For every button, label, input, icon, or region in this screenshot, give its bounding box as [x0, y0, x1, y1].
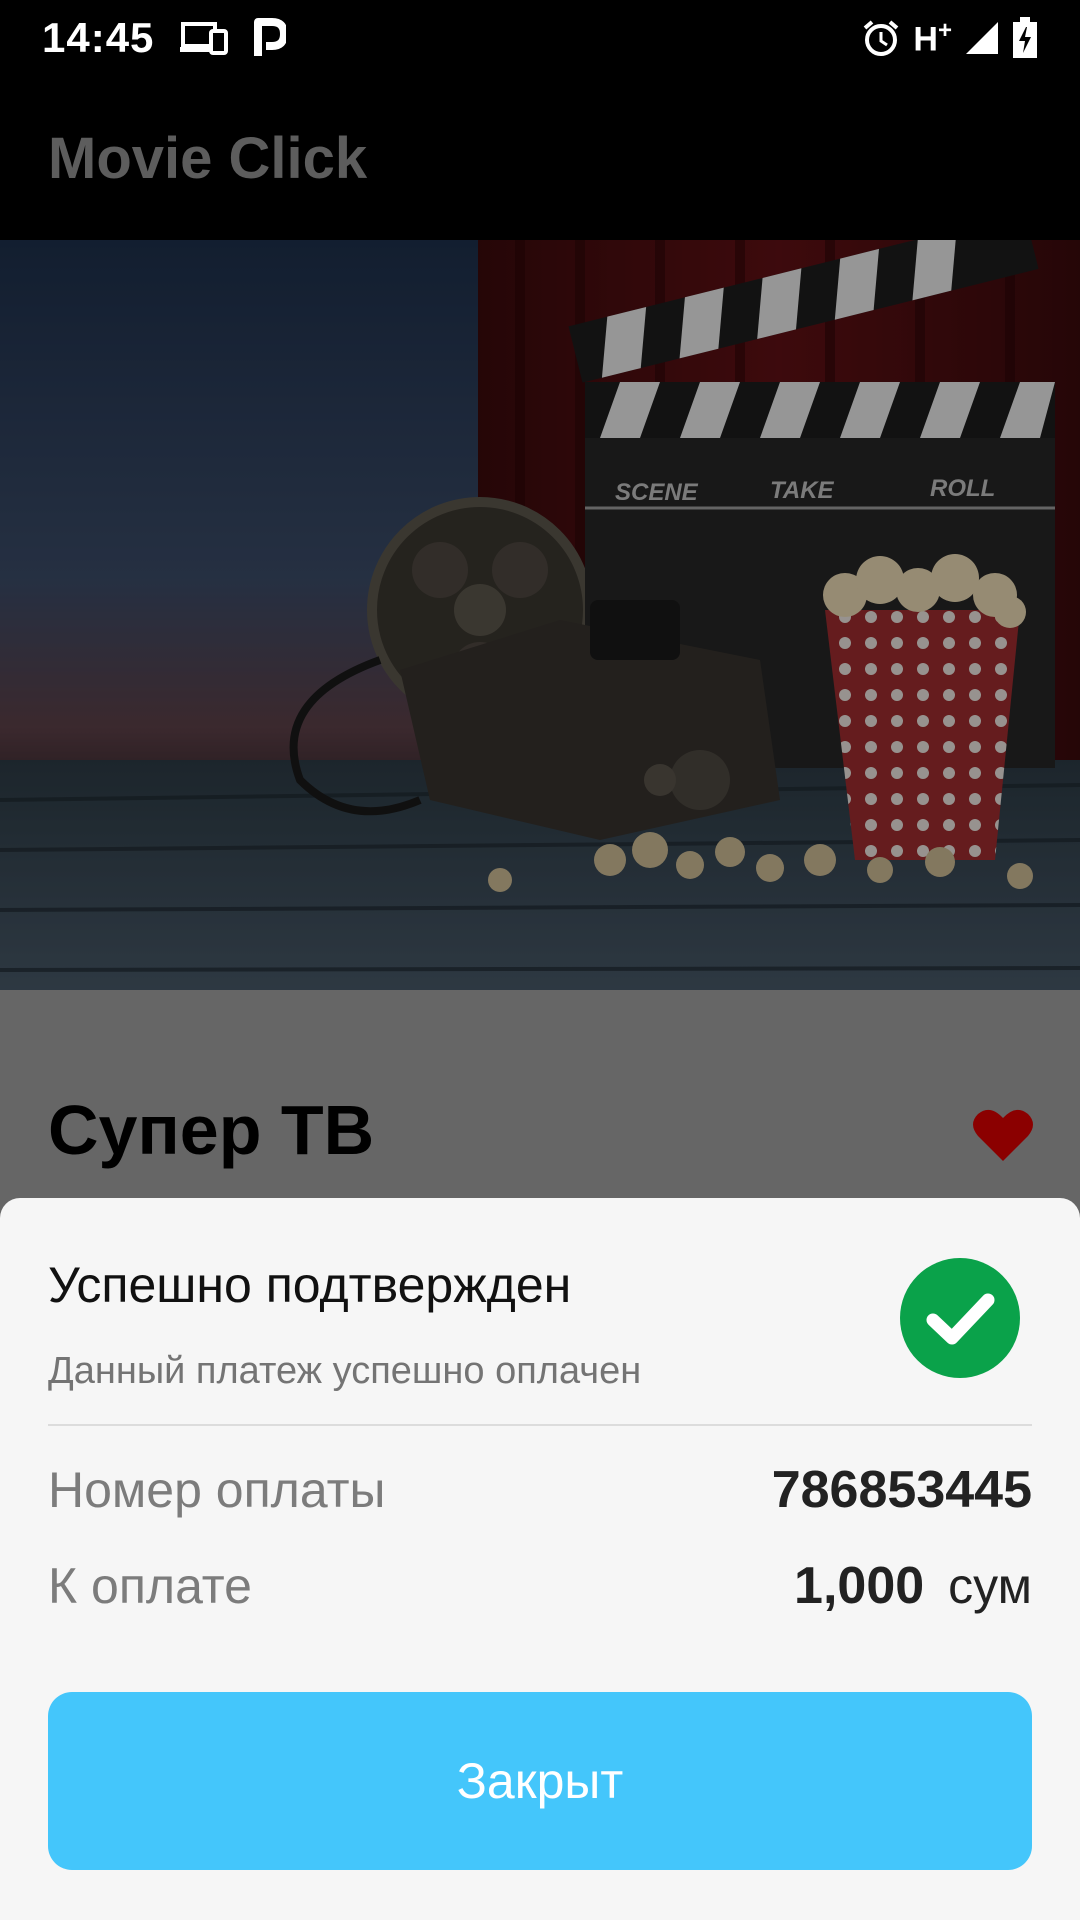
status-bar: 14:45 H+	[0, 0, 1080, 76]
amount-label: К оплате	[48, 1558, 252, 1614]
sheet-subtitle: Данный платеж успешно оплачен	[48, 1350, 642, 1392]
divider	[48, 1424, 1032, 1426]
amount-row: К оплате 1,000 сум	[48, 1556, 1032, 1616]
amount-currency: сум	[948, 1558, 1032, 1614]
network-type: H+	[913, 17, 952, 59]
close-button[interactable]: Закрыт	[48, 1692, 1032, 1870]
battery-icon	[1013, 16, 1037, 58]
network-type-suffix: +	[937, 16, 952, 44]
heart-icon[interactable]	[972, 1106, 1034, 1162]
app-bar: Movie Click	[0, 76, 1080, 240]
app-title: Movie Click	[48, 125, 368, 191]
movie-title: Супер ТВ	[48, 1091, 375, 1169]
alarm-icon	[864, 20, 899, 56]
payment-number-value: 786853445	[771, 1461, 1032, 1519]
sheet-title: Успешно подтвержден	[48, 1257, 572, 1313]
check-circle-icon	[900, 1258, 1020, 1378]
network-type-label: H	[913, 20, 938, 59]
status-time: 14:45	[42, 14, 155, 61]
devices-icon	[180, 22, 229, 55]
payment-number-row: Номер оплаты 786853445	[48, 1460, 1032, 1520]
signal-icon	[966, 21, 998, 54]
movie-poster: SCENE TAKE ROLL	[0, 240, 1080, 990]
payment-number-label: Номер оплаты	[48, 1462, 386, 1518]
parking-icon	[254, 18, 287, 56]
amount-value: 1,000	[794, 1557, 925, 1615]
payment-success-sheet: Успешно подтвержден Данный платеж успешн…	[0, 1198, 1080, 1920]
